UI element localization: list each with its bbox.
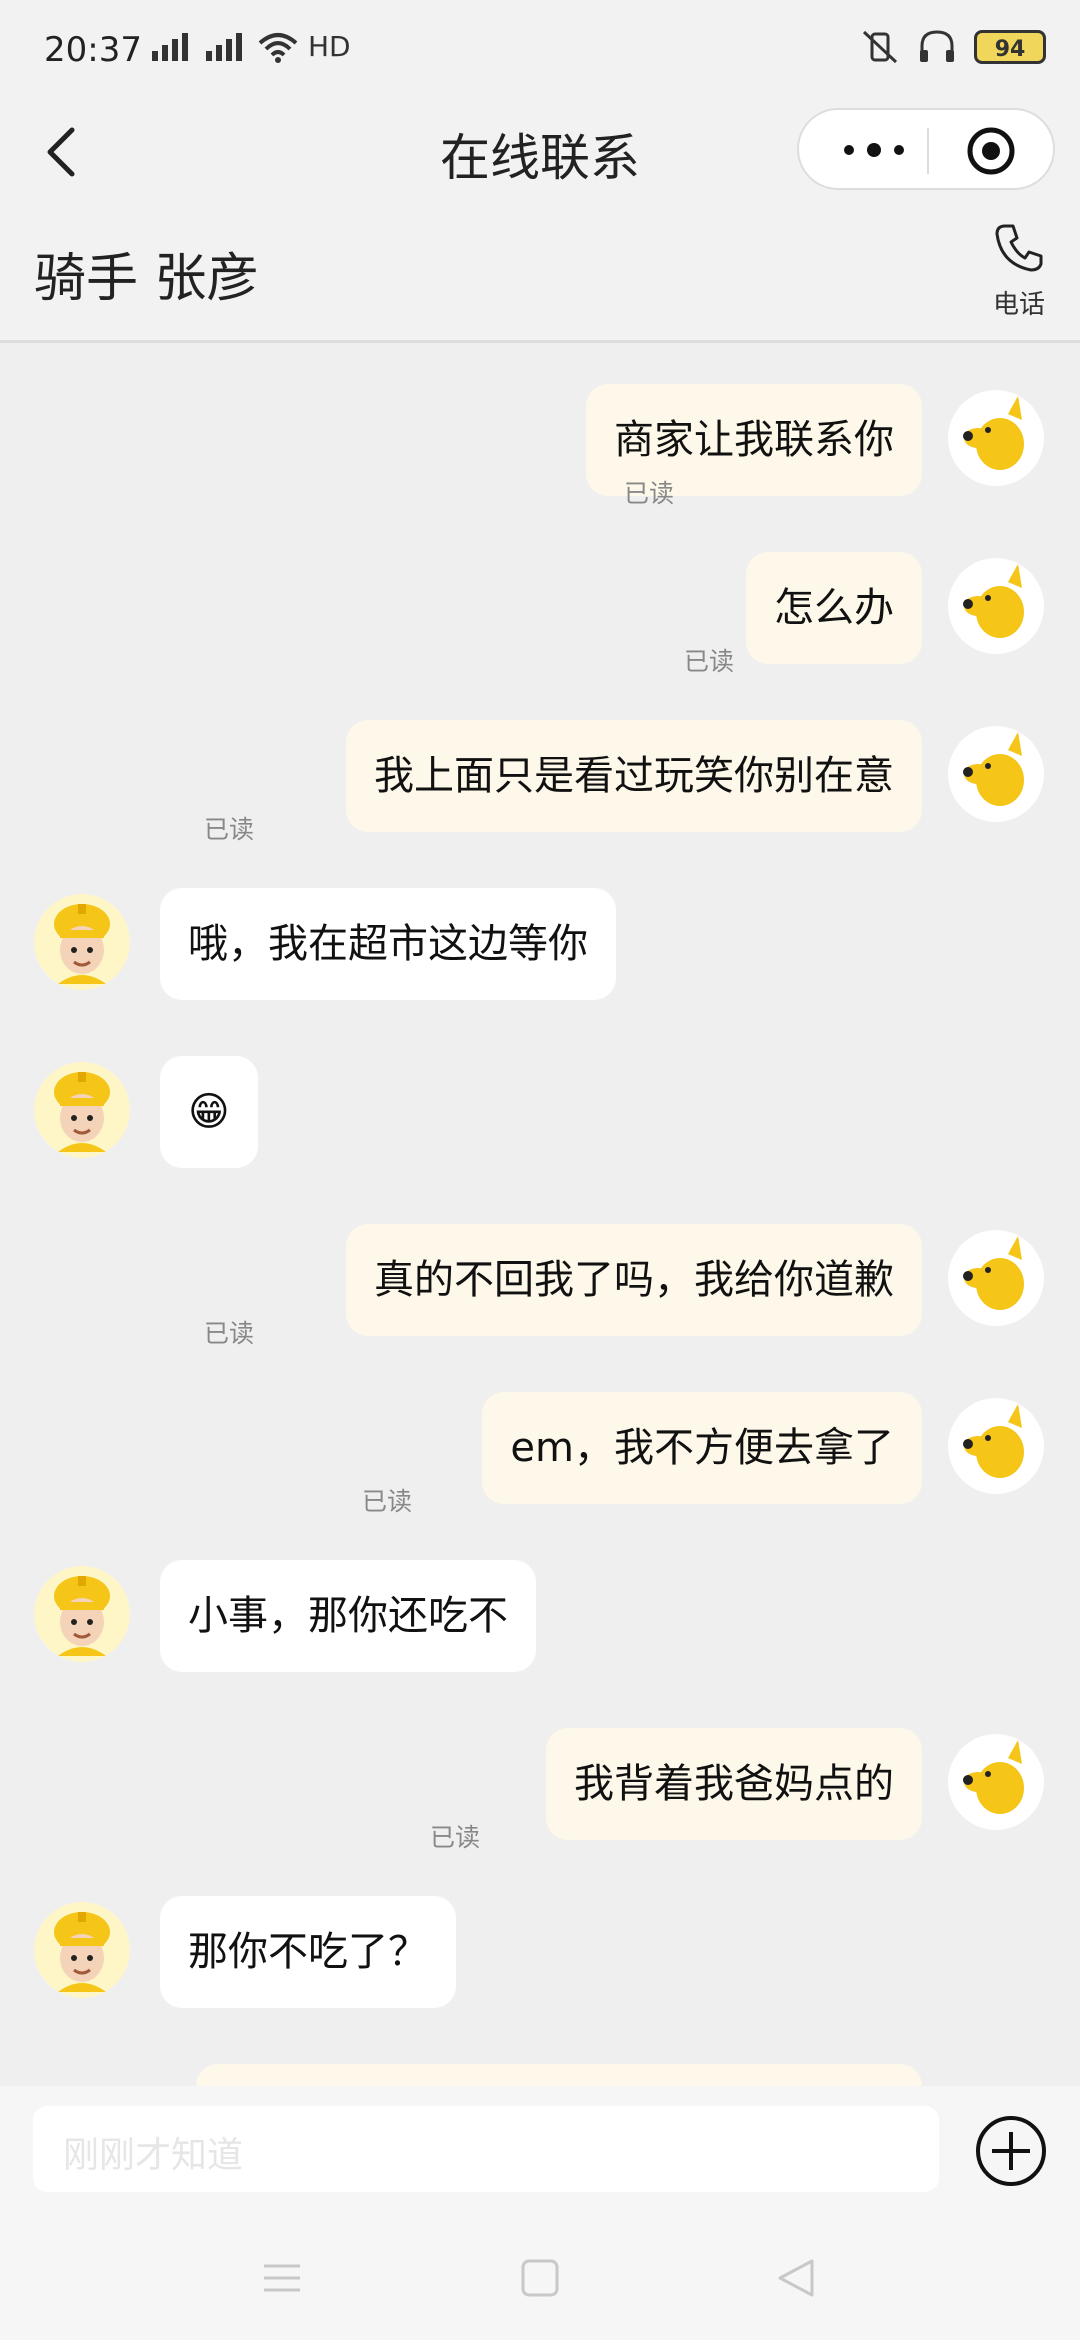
phone-button[interactable]: 电话	[984, 220, 1054, 321]
incoming-bubble: 😁	[160, 1056, 258, 1168]
user-avatar[interactable]	[948, 1398, 1044, 1494]
add-attachment-icon[interactable]	[974, 2114, 1048, 2188]
read-receipt: 已读	[203, 1319, 254, 1348]
phone-label: 电话	[992, 290, 1045, 320]
read-receipt: 已读	[683, 647, 734, 676]
signal-3g-icon	[152, 32, 188, 61]
rider-avatar[interactable]	[34, 1902, 130, 1998]
incoming-bubble: 那你不吃了？	[160, 1896, 456, 2008]
status-time: 20:37	[44, 30, 142, 70]
nav-bar: 在线联系	[0, 100, 1080, 210]
phone-icon	[995, 224, 1043, 272]
home-icon[interactable]	[520, 2258, 560, 2298]
miniprogram-capsule	[797, 108, 1055, 190]
outgoing-bubble: 真的不回我了吗，我给你道歉	[346, 1224, 922, 1336]
back-icon[interactable]	[776, 2258, 816, 2298]
system-navigation	[0, 2236, 1080, 2340]
incoming-bubble: 小事，那你还吃不	[160, 1560, 536, 1672]
status-bar: 20:37 HD 94	[0, 0, 1080, 100]
user-avatar[interactable]	[948, 1230, 1044, 1326]
headphones-icon	[920, 30, 954, 62]
rider-avatar[interactable]	[34, 1566, 130, 1662]
signal-4g-icon	[206, 32, 242, 61]
outgoing-bubble: em，我不方便去拿了	[482, 1392, 922, 1504]
rider-name: 骑手 张彦	[34, 249, 259, 309]
close-miniprogram-icon[interactable]	[964, 124, 1018, 178]
capsule-divider	[927, 128, 929, 174]
user-avatar[interactable]	[948, 390, 1044, 486]
message-input-draft: 刚刚才知道	[63, 2135, 244, 2176]
read-receipt: 已读	[361, 1487, 412, 1516]
rider-header: 骑手 张彦 电话	[0, 210, 1080, 343]
battery-indicator: 94	[974, 30, 1046, 64]
more-icon[interactable]	[829, 128, 919, 172]
input-bar: 刚刚才知道	[0, 2086, 1080, 2236]
user-avatar[interactable]	[948, 1734, 1044, 1830]
incoming-bubble: 哦，我在超市这边等你	[160, 888, 616, 1000]
read-receipt: 已读	[623, 479, 674, 508]
vibrate-mute-icon	[862, 30, 898, 64]
read-receipt: 已读	[203, 815, 254, 844]
outgoing-bubble: 我背着我爸妈点的	[546, 1728, 922, 1840]
user-avatar[interactable]	[948, 726, 1044, 822]
message-input[interactable]: 刚刚才知道	[33, 2106, 939, 2192]
wifi-icon	[258, 32, 298, 63]
outgoing-bubble: 怎么办	[746, 552, 922, 664]
chat-area: 商家让我联系你 已读 怎么办 已读 我上面只是看过玩笑你别在意 已读 哦，我在超…	[0, 356, 1080, 2086]
rider-avatar[interactable]	[34, 894, 130, 990]
read-receipt: 已读	[429, 1823, 480, 1852]
network-indicators: HD	[150, 30, 351, 63]
menu-icon[interactable]	[262, 2258, 302, 2298]
user-avatar[interactable]	[948, 558, 1044, 654]
rider-avatar[interactable]	[34, 1062, 130, 1158]
outgoing-bubble-partial	[196, 2064, 922, 2086]
hd-indicator: HD	[308, 30, 351, 63]
outgoing-bubble: 我上面只是看过玩笑你别在意	[346, 720, 922, 832]
